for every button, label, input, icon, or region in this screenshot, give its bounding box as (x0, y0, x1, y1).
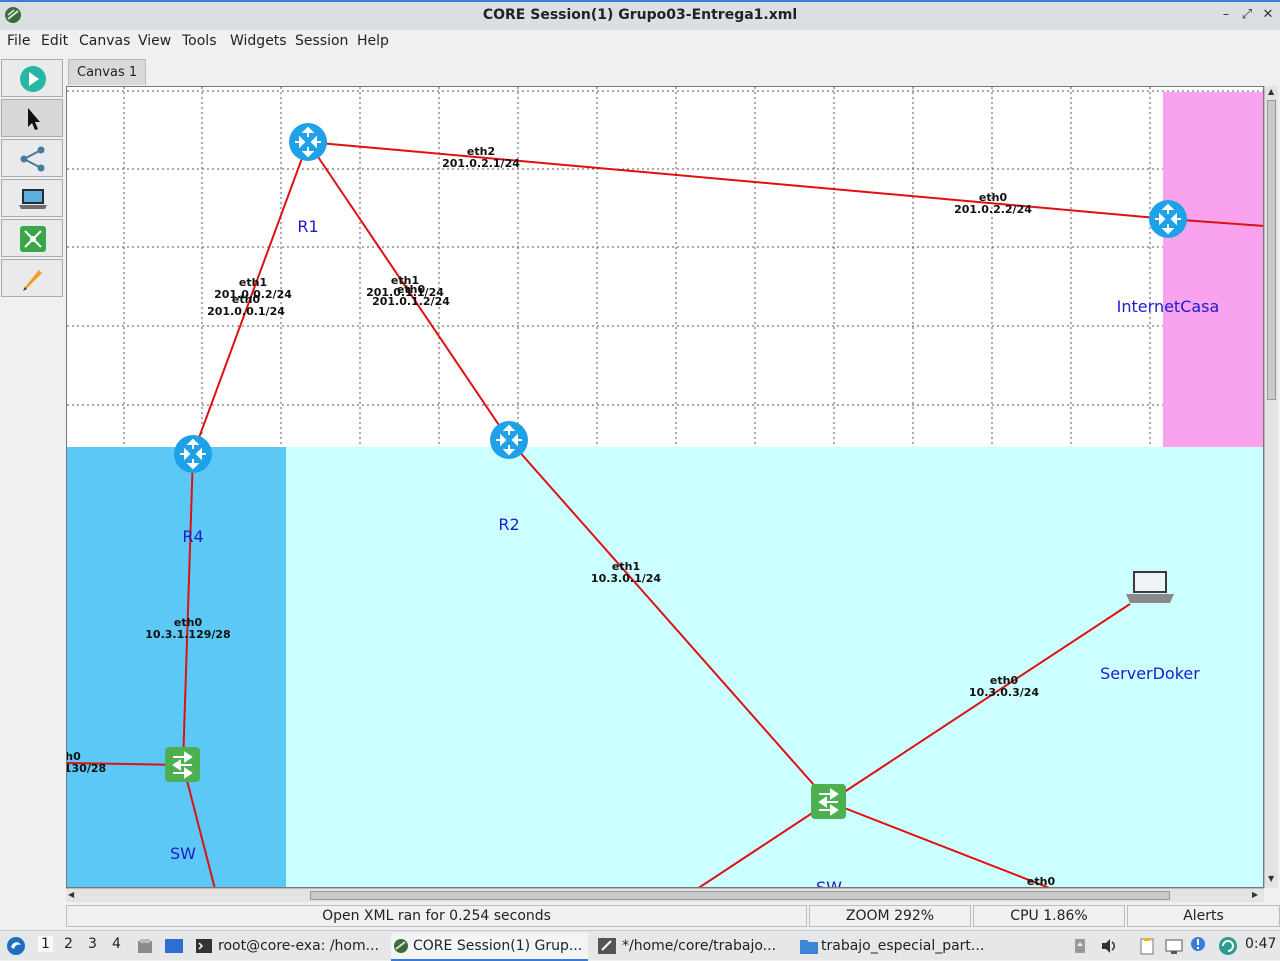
pointer-icon (28, 108, 40, 130)
node-label-r2: R2 (498, 515, 519, 534)
network-tool-button[interactable] (1, 219, 63, 257)
pencil-icon (23, 270, 42, 291)
menu-file[interactable]: File (7, 33, 30, 49)
router-r2[interactable] (490, 421, 528, 459)
router-internet[interactable] (1149, 200, 1187, 238)
task-terminal[interactable]: root@core-exa: /hom... (194, 933, 384, 959)
clock: 0:47 (1245, 936, 1277, 952)
scroll-up-icon[interactable]: ▲ (1268, 87, 1274, 96)
menu-widgets[interactable]: Widgets (230, 33, 287, 49)
scroll-down-icon[interactable]: ▼ (1268, 874, 1274, 883)
editor-icon (598, 938, 616, 954)
if-label: 10.3.0.3/24 (969, 686, 1039, 699)
scroll-right-icon[interactable]: ▶ (1252, 890, 1258, 899)
menu-view[interactable]: View (138, 33, 171, 49)
maximize-button[interactable]: ⤢ (1239, 7, 1255, 23)
task-editor[interactable]: */home/core/trabajo... (596, 933, 786, 959)
alerts-button[interactable]: Alerts (1127, 905, 1280, 927)
terminal-icon (196, 939, 212, 953)
core-icon (394, 939, 408, 953)
annotation-tool-button[interactable] (1, 259, 63, 297)
node-tool-button[interactable] (1, 179, 63, 217)
workspace-4[interactable]: 4 (112, 936, 121, 952)
volume-icon[interactable] (1100, 937, 1118, 955)
topology-drawing[interactable]: eth2 201.0.2.1/24 eth0 201.0.2.2/24 eth1… (67, 87, 1264, 888)
tool-palette (0, 57, 66, 902)
network-icon (20, 226, 46, 252)
status-message: Open XML ran for 0.254 seconds (66, 905, 807, 927)
scroll-left-icon[interactable]: ◀ (68, 890, 74, 899)
task-label: trabajo_especial_part... (821, 938, 985, 954)
menu-session[interactable]: Session (295, 33, 348, 49)
if-label: 201.0.1.2/24 (372, 295, 450, 308)
menu-bar: File Edit Canvas View Tools Widgets Sess… (0, 30, 1280, 54)
start-session-button[interactable] (1, 59, 63, 97)
menu-canvas[interactable]: Canvas (79, 33, 130, 49)
show-desktop-icon[interactable] (164, 937, 184, 955)
menu-help[interactable]: Help (357, 33, 389, 49)
taskbar: 1 2 3 4 root@core-exa: /hom... CORE Sess… (0, 930, 1280, 961)
link-tool-button[interactable] (1, 139, 63, 177)
cpu-indicator: CPU 1.86% (973, 905, 1125, 927)
network-status-icon[interactable] (1164, 937, 1184, 955)
eject-icon[interactable] (1072, 937, 1088, 955)
minimize-button[interactable]: – (1218, 7, 1234, 23)
host-serverdoker[interactable] (1126, 571, 1174, 603)
task-core-session[interactable]: CORE Session(1) Grup... (391, 933, 588, 961)
workspace-1[interactable]: 1 (38, 936, 53, 952)
update-icon[interactable] (1218, 936, 1238, 956)
node-label-serverdoker: ServerDoker (1100, 664, 1200, 683)
node-label-r1: R1 (297, 217, 318, 236)
horizontal-scroll-thumb[interactable] (310, 891, 1170, 900)
folder-icon (800, 940, 818, 954)
horizontal-scrollbar[interactable]: ◀ ▶ (66, 888, 1264, 902)
select-tool-button[interactable] (1, 99, 63, 137)
if-label: eth0 (1027, 875, 1056, 888)
menu-edit[interactable]: Edit (41, 33, 68, 49)
vertical-scrollbar[interactable]: ▲ ▼ (1264, 86, 1278, 888)
start-menu-icon[interactable] (6, 936, 26, 956)
tab-canvas-1[interactable]: Canvas 1 (68, 59, 147, 85)
file-manager-icon[interactable] (136, 937, 154, 955)
if-label: 130/28 (67, 762, 106, 775)
task-label: CORE Session(1) Grup... (413, 938, 583, 954)
title-bar: CORE Session(1) Grupo03-Entrega1.xml – ⤢… (0, 0, 1280, 30)
node-label-sw-main: SW (816, 878, 842, 888)
router-r4[interactable] (174, 435, 212, 473)
canvas-tab-bar: Canvas 1 (66, 57, 1280, 87)
close-button[interactable]: ✕ (1260, 7, 1276, 23)
task-label: root@core-exa: /hom... (218, 938, 379, 954)
menu-tools[interactable]: Tools (182, 33, 217, 49)
workspace-2[interactable]: 2 (64, 936, 73, 952)
router-r1[interactable] (289, 123, 327, 161)
switch-main[interactable] (811, 784, 846, 819)
laptop-icon (19, 189, 47, 209)
clipboard-icon[interactable] (1138, 937, 1156, 955)
if-label: 201.0.2.2/24 (954, 203, 1032, 216)
status-bar: Open XML ran for 0.254 seconds ZOOM 292%… (66, 904, 1280, 928)
node-label-sw-left: SW (170, 844, 196, 863)
vertical-scroll-thumb[interactable] (1267, 100, 1276, 400)
window-title: CORE Session(1) Grupo03-Entrega1.xml (482, 7, 798, 23)
zoom-indicator: ZOOM 292% (809, 905, 971, 927)
if-label: 201.0.0.1/24 (207, 305, 285, 318)
link-icon (20, 146, 45, 172)
if-label: 201.0.2.1/24 (442, 157, 520, 170)
task-folder[interactable]: trabajo_especial_part... (798, 933, 988, 959)
if-label: 10.3.0.1/24 (591, 572, 661, 585)
notification-icon[interactable] (1190, 936, 1206, 956)
workspace-3[interactable]: 3 (88, 936, 97, 952)
if-label: 10.3.1.129/28 (145, 628, 230, 641)
network-canvas[interactable]: eth2 201.0.2.1/24 eth0 201.0.2.2/24 eth1… (66, 86, 1264, 888)
node-label-r4: R4 (182, 527, 203, 546)
play-icon (20, 66, 46, 92)
task-label: */home/core/trabajo... (622, 938, 777, 954)
zone-internet (1163, 92, 1263, 447)
node-label-internetcasa: InternetCasa (1117, 297, 1220, 316)
switch-left[interactable] (165, 747, 200, 782)
zone-left-network (67, 447, 286, 887)
